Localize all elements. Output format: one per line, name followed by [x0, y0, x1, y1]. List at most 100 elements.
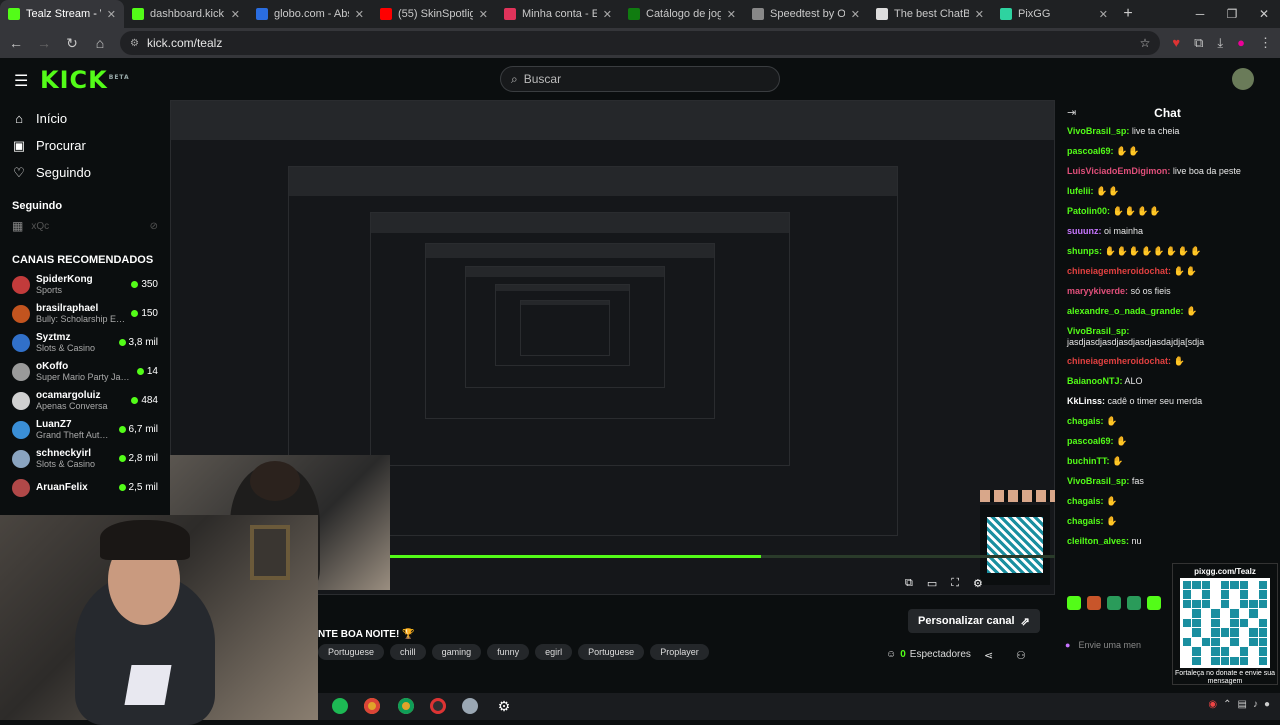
channel-item[interactable]: ocamargoluiz Apenas Conversa 484	[0, 386, 170, 415]
tab-close-icon[interactable]: ✕	[355, 8, 364, 21]
site-info-icon[interactable]: ⚙	[130, 38, 139, 49]
menu-dots-icon[interactable]: ⋮	[1259, 35, 1272, 51]
browser-tab[interactable]: (55) SkinSpotlights W ✕	[372, 0, 496, 28]
share-icon[interactable]: ⋖	[984, 649, 993, 662]
home-browser-icon[interactable]: ⌂	[92, 35, 108, 51]
channel-item[interactable]: brasilraphael Bully: Scholarship Edit...…	[0, 299, 170, 328]
chat-username[interactable]: chineiagemheroidochat:	[1067, 356, 1171, 366]
chat-username[interactable]: VivoBrasil_sp:	[1067, 126, 1129, 136]
tray-mic-icon[interactable]: ●	[1264, 699, 1270, 710]
stream-tag[interactable]: gaming	[431, 644, 482, 660]
add-user-icon[interactable]: ⚇	[1016, 649, 1026, 662]
channel-item[interactable]: Syztmz Slots & Casino 3,8 mil	[0, 328, 170, 357]
chrome-profile-icon[interactable]	[398, 698, 414, 714]
stream-tag[interactable]: funny	[487, 644, 530, 660]
browser-tab[interactable]: dashboard.kick.com/ ✕	[124, 0, 248, 28]
chat-username[interactable]: pascoal69:	[1067, 436, 1114, 446]
emote-icon[interactable]	[1087, 596, 1101, 610]
emote-icon[interactable]	[1127, 596, 1141, 610]
chat-username[interactable]: KkLinss:	[1067, 396, 1105, 406]
obs-icon[interactable]	[430, 698, 446, 714]
tab-close-icon[interactable]: ✕	[231, 8, 240, 21]
shield-app-icon[interactable]	[462, 698, 478, 714]
chat-username[interactable]: VivoBrasil_sp:	[1067, 326, 1129, 336]
reload-icon[interactable]: ↻	[64, 35, 80, 52]
sidebar-item-browse[interactable]: ▣ Procurar	[0, 132, 170, 159]
minimize-icon[interactable]: ─	[1184, 0, 1216, 28]
extensions-puzzle-icon[interactable]: ⧉	[1194, 35, 1203, 51]
following-item[interactable]: ▦ xQc ⊘	[0, 212, 170, 240]
browser-tab[interactable]: Tealz Stream - Watch ✕	[0, 0, 124, 28]
chat-username[interactable]: chineiagemheroidochat:	[1067, 266, 1171, 276]
chat-username[interactable]: maryykiverde:	[1067, 286, 1128, 296]
emote-icon[interactable]	[1107, 596, 1121, 610]
user-avatar[interactable]	[1232, 68, 1254, 90]
fullscreen-icon[interactable]: ⛶	[951, 577, 959, 590]
settings-icon[interactable]: ⚙	[496, 698, 512, 714]
tray-up-icon[interactable]: ⌃	[1223, 699, 1231, 710]
chat-username[interactable]: chagais:	[1067, 496, 1104, 506]
channel-item[interactable]: LuanZ7 Grand Theft Auto V... 6,7 mil	[0, 415, 170, 444]
chat-username[interactable]: lufelii:	[1067, 186, 1094, 196]
extension-icon[interactable]: ♥	[1172, 35, 1180, 51]
stream-tag[interactable]: Portuguese	[578, 644, 645, 660]
new-tab-button[interactable]: +	[1116, 5, 1140, 23]
channel-item[interactable]: AruanFelix 2,5 mil	[0, 473, 170, 502]
chat-username[interactable]: buchinTT:	[1067, 456, 1110, 466]
sidebar-item-home[interactable]: ⌂ Início	[0, 105, 170, 132]
browser-tab[interactable]: The best ChatBot and ✕	[868, 0, 992, 28]
browser-tab[interactable]: Minha conta - ExitLag ✕	[496, 0, 620, 28]
tab-close-icon[interactable]: ✕	[479, 8, 488, 21]
chat-input[interactable]: ● Envie uma men	[1065, 635, 1185, 655]
browser-tab[interactable]: Speedtest by Ookla ✕	[744, 0, 868, 28]
tab-close-icon[interactable]: ✕	[1099, 8, 1108, 21]
menu-hamburger-icon[interactable]: ☰	[14, 71, 28, 91]
download-icon[interactable]: ⤓	[1217, 35, 1223, 51]
channel-item[interactable]: SpiderKong Sports 350	[0, 270, 170, 299]
chat-username[interactable]: suuunz:	[1067, 226, 1102, 236]
tab-close-icon[interactable]: ✕	[975, 8, 984, 21]
kick-logo[interactable]: KICKBETA	[40, 66, 130, 94]
tab-close-icon[interactable]: ✕	[727, 8, 736, 21]
stream-tag[interactable]: Portuguese	[318, 644, 385, 660]
chat-username[interactable]: cleilton_alves:	[1067, 536, 1129, 546]
sidebar-item-following[interactable]: ♡ Seguindo	[0, 159, 170, 186]
chat-username[interactable]: alexandre_o_nada_grande:	[1067, 306, 1184, 316]
profile-icon[interactable]: ●	[1237, 35, 1245, 51]
microphone-icon[interactable]: ●	[1065, 640, 1070, 650]
tab-close-icon[interactable]: ✕	[851, 8, 860, 21]
channel-item[interactable]: oKoffo Super Mario Party Jam... 14	[0, 357, 170, 386]
spotify-icon[interactable]	[332, 698, 348, 714]
chat-username[interactable]: VivoBrasil_sp:	[1067, 476, 1129, 486]
close-window-icon[interactable]: ✕	[1248, 0, 1280, 28]
browser-tab[interactable]: PixGG ✕	[992, 0, 1116, 28]
pip-icon[interactable]: ⧉	[905, 577, 913, 590]
chat-username[interactable]: chagais:	[1067, 516, 1104, 526]
tray-volume-icon[interactable]: ♪	[1253, 699, 1258, 710]
stream-tag[interactable]: chill	[390, 644, 426, 660]
emote-icon[interactable]	[1147, 596, 1161, 610]
tab-close-icon[interactable]: ✕	[603, 8, 612, 21]
stream-tag[interactable]: egirl	[535, 644, 573, 660]
chat-username[interactable]: chagais:	[1067, 416, 1104, 426]
tab-close-icon[interactable]: ✕	[107, 8, 116, 21]
emote-icon[interactable]	[1067, 596, 1081, 610]
tray-app-icon[interactable]: ◉	[1208, 699, 1217, 710]
forward-icon[interactable]: →	[36, 35, 52, 51]
browser-tab[interactable]: globo.com - Absolut ✕	[248, 0, 372, 28]
channel-item[interactable]: schneckyirl Slots & Casino 2,8 mil	[0, 444, 170, 473]
url-field[interactable]: ⚙ kick.com/tealz ☆	[120, 31, 1161, 55]
chat-username[interactable]: Patolin00:	[1067, 206, 1110, 216]
settings-gear-icon[interactable]: ⚙	[973, 577, 983, 590]
browser-tab[interactable]: Catálogo de jogos d ✕	[620, 0, 744, 28]
customize-channel-button[interactable]: Personalizar canal ⇗	[908, 609, 1040, 633]
maximize-icon[interactable]: ❐	[1216, 0, 1248, 28]
bookmark-star-icon[interactable]: ☆	[1140, 36, 1151, 50]
back-icon[interactable]: ←	[8, 35, 24, 51]
chat-username[interactable]: shunps:	[1067, 246, 1102, 256]
theater-icon[interactable]: ▭	[927, 577, 937, 590]
chat-username[interactable]: LuisViciadoEmDigimon:	[1067, 166, 1170, 176]
chrome-icon[interactable]	[364, 698, 380, 714]
tray-network-icon[interactable]: ▤	[1238, 699, 1247, 710]
search-box[interactable]: ⌕ Buscar	[500, 66, 780, 92]
